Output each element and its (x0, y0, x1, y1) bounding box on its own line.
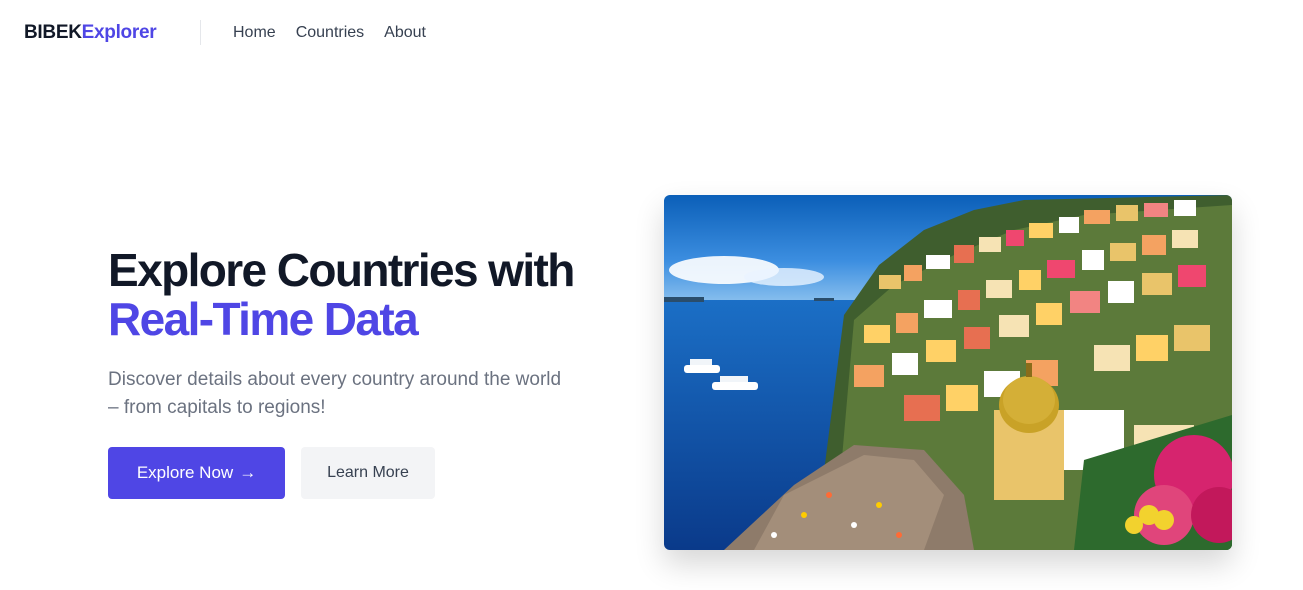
hero-image (664, 195, 1232, 550)
hero-title-line-1: Explore Countries with (108, 244, 575, 296)
logo-part-1: BIBEK (24, 22, 82, 43)
hero-actions: Explore Now → Learn More (108, 447, 435, 499)
navbar: BIBEKExplorer Home Countries About (0, 0, 1303, 66)
explore-now-button[interactable]: Explore Now → (108, 447, 285, 499)
hero-title: Explore Countries with Real-Time Data (108, 246, 628, 344)
hero-text: Explore Countries with Real-Time Data Di… (108, 246, 628, 422)
hero-title-line-2: Real-Time Data (108, 293, 419, 345)
explore-now-label: Explore Now (136, 463, 234, 482)
nav-link-about[interactable]: About (384, 24, 426, 42)
arrow-right-icon: → (239, 463, 257, 482)
logo-part-2: Explorer (81, 22, 157, 43)
hero-subtitle: Discover details about every country aro… (108, 369, 562, 418)
nav-links: Home Countries About (233, 24, 426, 42)
nav-divider (200, 20, 201, 45)
nav-link-home[interactable]: Home (233, 24, 276, 42)
coastal-town-photo (664, 195, 1232, 550)
logo[interactable]: BIBEKExplorer (24, 22, 157, 44)
learn-more-button[interactable]: Learn More (301, 447, 435, 499)
nav-link-countries[interactable]: Countries (296, 24, 364, 42)
